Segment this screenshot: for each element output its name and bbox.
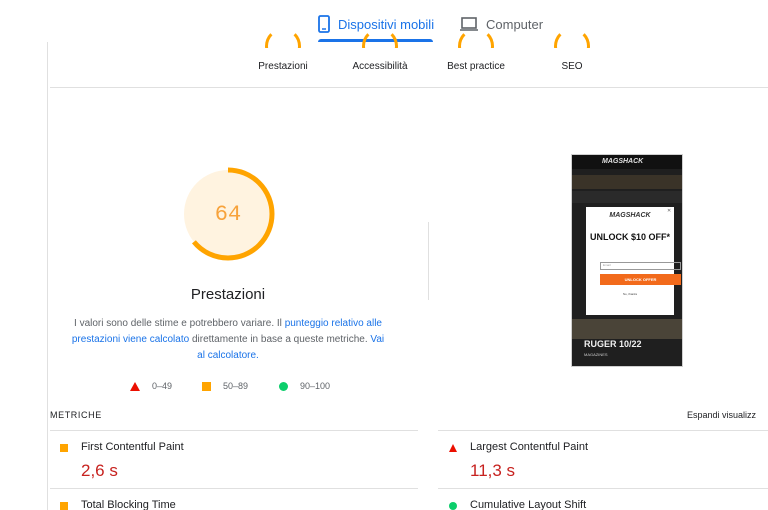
legend-poor: 0–49 xyxy=(130,380,172,392)
screenshot-brand: MAGSHACK xyxy=(602,158,644,165)
final-screenshot[interactable]: MAGSHACK ✕ MAGSHACK UNLOCK $10 OFF* Emai… xyxy=(571,154,683,367)
category-gauge-performance[interactable] xyxy=(265,28,301,48)
metric-status-good-icon xyxy=(449,502,457,510)
metric-lcp-label: Largest Contentful Paint xyxy=(470,441,589,453)
tab-desktop-label: Computer xyxy=(486,16,544,32)
metrics-divider-right xyxy=(438,430,768,431)
metrics-divider-right-2 xyxy=(438,488,768,489)
screenshot-modal: ✕ MAGSHACK UNLOCK $10 OFF* Email UNLOCK … xyxy=(586,207,681,315)
performance-description: I valori sono delle stime e potrebbero v… xyxy=(68,316,388,364)
metric-lcp-value: 11,3 s xyxy=(470,461,516,480)
performance-score: 64 xyxy=(214,201,242,227)
screenshot-banner xyxy=(572,175,682,189)
section-divider xyxy=(50,87,768,88)
metrics-divider-left-2 xyxy=(50,488,418,489)
circle-icon xyxy=(279,381,288,391)
desc-text-1: I valori sono delle stime e potrebbero v… xyxy=(74,318,285,329)
legend-average: 50–89 xyxy=(202,380,248,392)
category-gauge-accessibility[interactable] xyxy=(362,28,398,48)
category-label-performance: Prestazioni xyxy=(258,61,308,72)
left-divider xyxy=(47,42,48,510)
category-label-seo: SEO xyxy=(561,61,583,72)
metric-fcp-value: 2,6 s xyxy=(81,461,118,480)
category-gauge-seo[interactable] xyxy=(554,28,590,48)
square-icon xyxy=(202,381,211,391)
legend-average-label: 50–89 xyxy=(223,381,249,391)
metric-status-average-icon xyxy=(60,502,68,510)
vertical-divider xyxy=(428,222,429,300)
legend-poor-label: 0–49 xyxy=(152,381,173,391)
performance-title: Prestazioni xyxy=(190,286,266,303)
legend-good: 90–100 xyxy=(279,380,330,392)
screenshot-bottom-title: RUGER 10/22 xyxy=(584,339,642,349)
metric-status-average-icon xyxy=(60,444,68,452)
screenshot-bottom-sub: MAGAZINES xyxy=(584,352,608,357)
metric-status-poor-icon xyxy=(449,444,457,452)
screenshot-header: MAGSHACK xyxy=(572,155,682,169)
category-label-accessibility: Accessibilità xyxy=(352,61,408,72)
metrics-divider-left xyxy=(50,430,418,431)
metric-fcp-label: First Contentful Paint xyxy=(81,441,184,453)
metric-cls-label: Cumulative Layout Shift xyxy=(470,499,587,510)
metric-tbt-label: Total Blocking Time xyxy=(81,499,176,510)
expand-view-toggle[interactable]: Espandi visualizz xyxy=(687,410,756,420)
modal-email-input: Email xyxy=(600,262,681,270)
metrics-heading: METRICHE xyxy=(50,410,102,420)
legend-good-label: 90–100 xyxy=(300,381,331,391)
phone-icon xyxy=(318,15,330,33)
screenshot-banner-2 xyxy=(572,191,682,203)
modal-logo: MAGSHACK xyxy=(609,212,651,219)
modal-button: UNLOCK OFFER xyxy=(600,274,681,285)
modal-decline: No, thanks xyxy=(622,292,638,296)
category-gauge-best-practices[interactable] xyxy=(458,28,494,48)
modal-title: UNLOCK $10 OFF* xyxy=(589,232,670,242)
screenshot-banner-3 xyxy=(572,319,682,339)
triangle-icon xyxy=(130,381,140,391)
category-label-best-practices: Best practice xyxy=(447,61,505,72)
desc-text-2: direttamente in base a queste metriche. xyxy=(189,334,371,345)
